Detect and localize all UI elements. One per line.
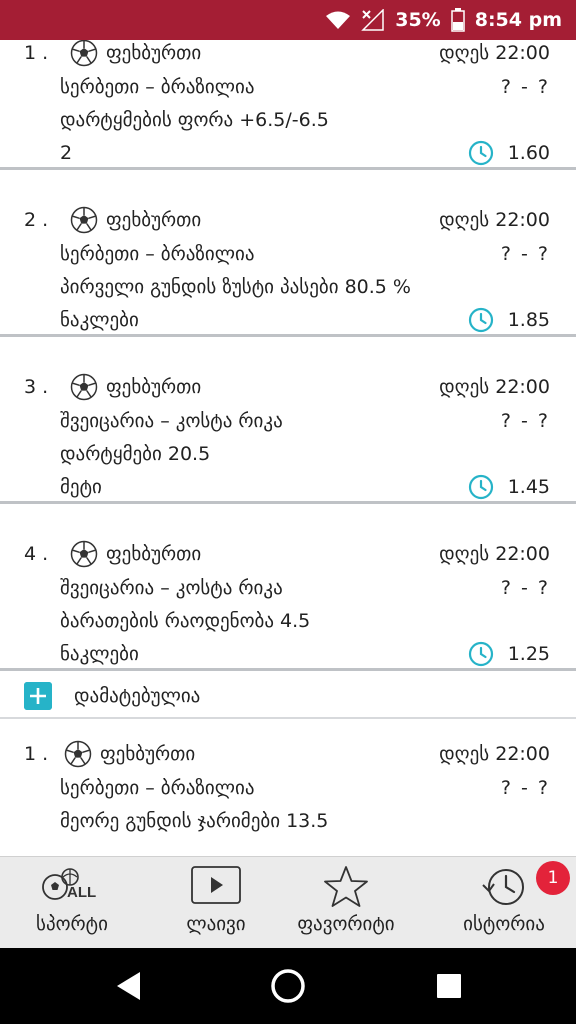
bet-number: 1 . [24,743,49,765]
nav-history[interactable]: 1 ისტორია [432,857,576,949]
match-score: ? - ? [500,76,550,98]
bottom-navigation: ALL სპორტი ლაივი ფავორიტი 1 ისტორია [0,856,576,948]
match-teams: სერბეთი – ბრაზილია [60,243,255,265]
clock-icon [468,641,494,667]
sport-name: ფეხბურთი [106,42,202,64]
bet-market: პირველი გუნდის ზუსტი პასები 80.5 % [60,276,411,298]
match-teams: სერბეთი – ბრაზილია [60,76,255,98]
match-time: დღეს 22:00 [439,543,550,565]
bet-market: მეორე გუნდის ჯარიმები 13.5 [60,810,329,832]
nav-sports-label: სპორტი [36,913,108,935]
match-teams: შვეიცარია – კოსტა რიკა [60,410,283,432]
clock-icon [468,307,494,333]
bet-number: 2 . [24,209,49,231]
sports-all-icon: ALL [42,868,96,901]
battery-icon [450,8,465,32]
clock-icon [468,140,494,166]
status-bar: 35% 8:54 pm [0,0,576,40]
bet-market: დარტყმების ფორა +6.5/-6.5 [60,109,329,131]
wifi-icon [326,11,351,29]
plus-icon[interactable] [24,682,52,710]
star-icon [324,866,368,907]
history-icon [482,869,524,905]
bet-market: ბარათების რაოდენობა 4.5 [60,610,311,632]
nav-live[interactable]: ლაივი [144,857,288,949]
bet-odds: 1.45 [507,476,550,498]
football-icon [70,206,98,234]
nav-favorites-label: ფავორიტი [297,913,395,935]
nav-sports[interactable]: ALL სპორტი [0,857,144,949]
football-icon [70,373,98,401]
back-icon[interactable] [114,970,144,1002]
bet-odds: 1.85 [507,309,550,331]
nav-history-label: ისტორია [463,913,545,935]
match-teams: შვეიცარია – კოსტა რიკა [60,577,283,599]
bet-pick: მეტი [60,476,102,498]
match-time: დღეს 22:00 [439,42,550,64]
recents-icon[interactable] [436,973,462,999]
bet-pick: 2 [60,142,73,164]
match-time: დღეს 22:00 [439,743,550,765]
match-score: ? - ? [500,777,550,799]
clock-time: 8:54 pm [474,9,562,31]
bet-item[interactable]: 4 . ფეხბურთი დღეს 22:00 შვეიცარია – კოსტ… [0,504,576,671]
match-score: ? - ? [500,577,550,599]
football-icon [70,540,98,568]
sports-all-icon-text: ALL [67,884,96,901]
football-icon [64,740,92,768]
signal-icon [361,9,384,31]
match-teams: სერბეთი – ბრაზილია [60,777,255,799]
sport-name: ფეხბურთი [106,376,202,398]
bet-list[interactable]: 1 . ფეხბურთი დღეს 22:00 სერბეთი – ბრაზილ… [0,40,576,856]
system-navigation-bar [0,948,576,1024]
match-score: ? - ? [500,243,550,265]
sport-name: ფეხბურთი [106,543,202,565]
bet-item[interactable]: 3 . ფეხბურთი დღეს 22:00 შვეიცარია – კოსტ… [0,337,576,504]
bet-pick: ნაკლები [60,643,139,665]
clock-icon [468,474,494,500]
bet-item[interactable]: 1 . ფეხბურთი დღეს 22:00 სერბეთი – ბრაზილ… [0,40,576,170]
bet-number: 4 . [24,543,49,565]
sport-name: ფეხბურთი [100,743,196,765]
football-icon [70,40,98,67]
live-play-icon [191,866,241,904]
bet-odds: 1.25 [507,643,550,665]
home-icon[interactable] [270,968,306,1004]
added-section-label: დამატებულია [74,685,201,707]
bet-odds: 1.60 [507,142,550,164]
history-badge: 1 [536,861,570,895]
match-score: ? - ? [500,410,550,432]
nav-live-label: ლაივი [186,913,246,935]
bet-pick: ნაკლები [60,309,139,331]
match-time: დღეს 22:00 [439,209,550,231]
bet-number: 3 . [24,376,49,398]
battery-percent: 35% [395,9,441,31]
bet-item[interactable]: 1 . ფეხბურთი დღეს 22:00 სერბეთი – ბრაზილ… [0,719,576,856]
sport-name: ფეხბურთი [106,209,202,231]
bet-number: 1 . [24,42,49,64]
bet-market: დარტყმები 20.5 [60,443,211,465]
added-section-header[interactable]: დამატებულია [0,671,576,719]
bet-item[interactable]: 2 . ფეხბურთი დღეს 22:00 სერბეთი – ბრაზილ… [0,170,576,337]
match-time: დღეს 22:00 [439,376,550,398]
nav-favorites[interactable]: ფავორიტი [274,857,418,949]
